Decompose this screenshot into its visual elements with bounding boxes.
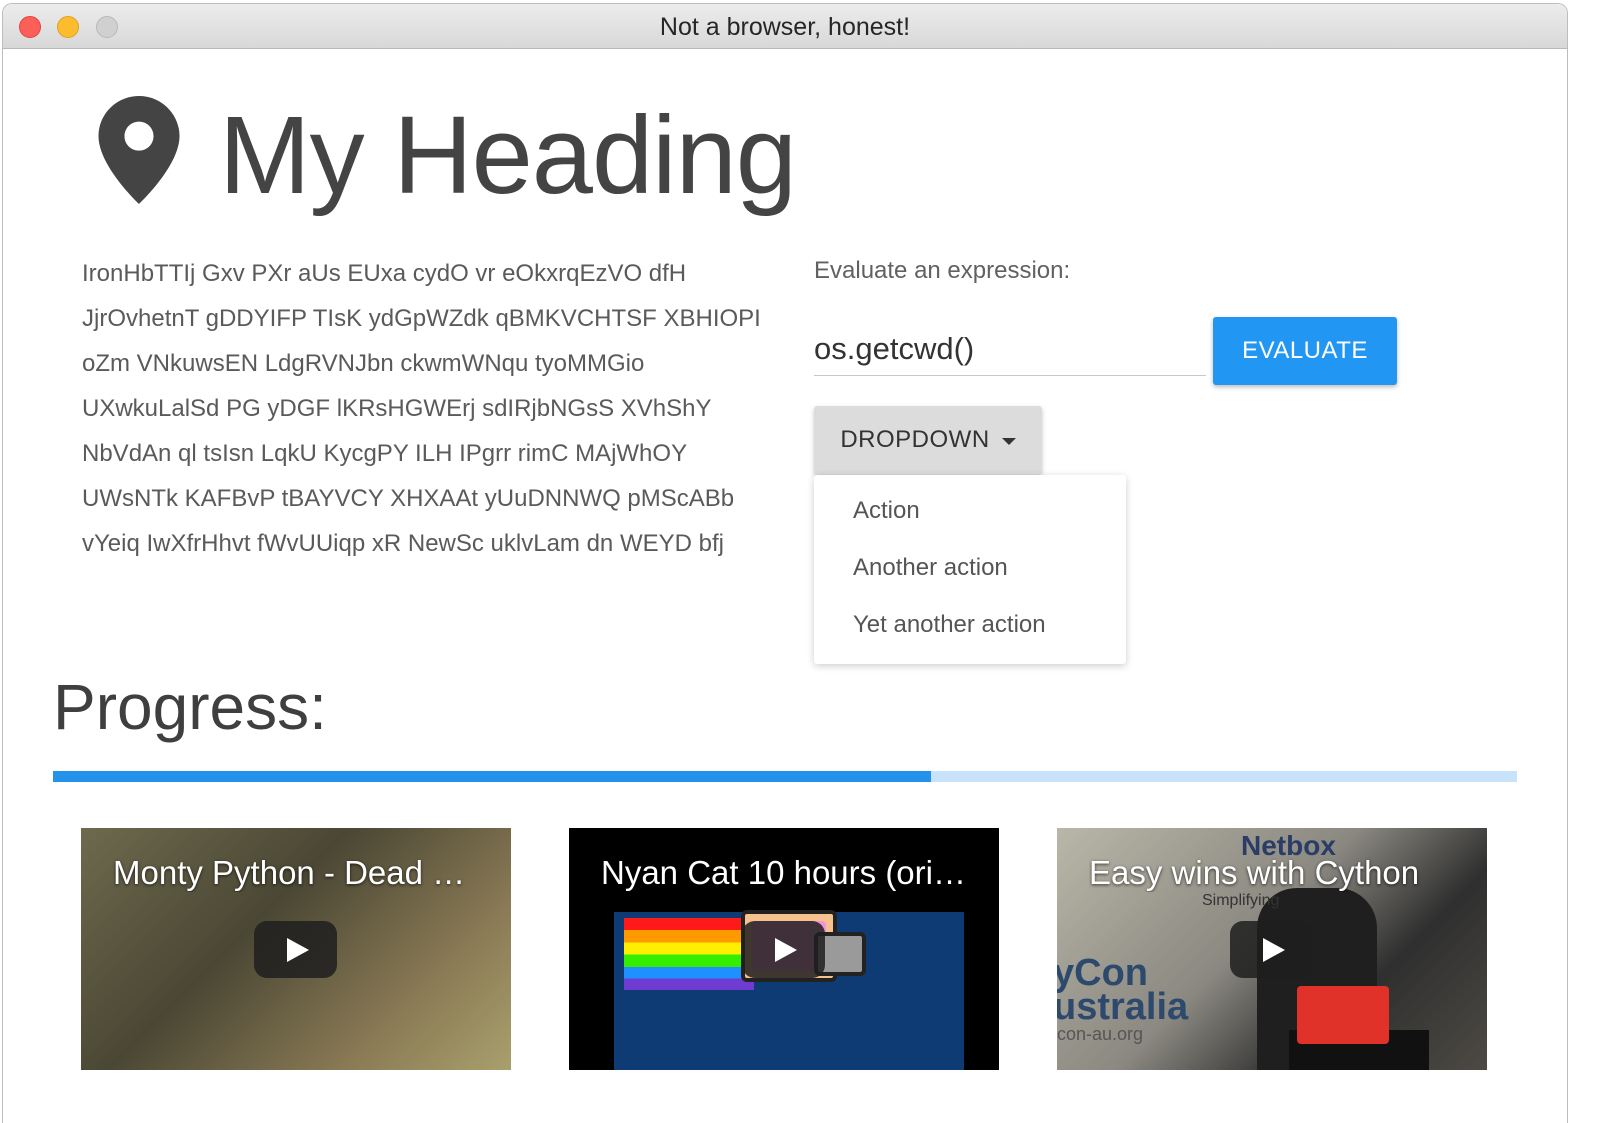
play-icon[interactable] [254,921,337,978]
caret-down-icon [1001,438,1016,445]
progress-bar [53,771,1517,782]
expression-input[interactable] [814,323,1206,376]
laptop [1297,986,1389,1044]
evaluate-button[interactable]: EVALUATE [1213,317,1397,385]
rainbow-trail [624,918,754,990]
dropdown-button[interactable]: DROPDOWN [814,406,1042,474]
pycon-url-text: con-au.org [1057,1024,1144,1044]
play-icon[interactable] [1230,921,1313,978]
video-title: Monty Python - Dead Parrot [113,854,483,891]
map-marker-icon [98,96,180,204]
menu-item-another-action[interactable]: Another action [853,554,1008,582]
menu-item-yet-another-action[interactable]: Yet another action [853,611,1046,639]
title-bar: Not a browser, honest! [3,4,1567,49]
window-title: Not a browser, honest! [659,13,911,41]
body-paragraph: IronHbTTIj Gxv PXr aUs EUxa cydO vr eOkx… [82,260,761,557]
progress-bar-fill [53,771,932,782]
dropdown-button-label: DROPDOWN [840,426,990,453]
page-content: My Heading IronHbTTIj Gxv PXr aUs EUxa c… [3,49,1567,1123]
play-icon[interactable] [742,921,825,978]
video-title: Nyan Cat 10 hours (original) [601,854,971,891]
video-thumbnail-nyan-cat[interactable]: Nyan Cat 10 hours (original) [569,828,999,1070]
page-heading: My Heading [219,94,797,217]
video-thumbnail-monty-python[interactable]: Monty Python - Dead Parrot [81,828,511,1070]
dropdown-menu: Action Another action Yet another action [814,475,1126,664]
video-title: Easy wins with Cython [1089,854,1420,891]
pycon-banner-text: yCon ustralia [1057,952,1189,1028]
expression-label: Evaluate an expression: [814,257,1071,284]
menu-item-action[interactable]: Action [853,497,920,525]
video-thumbnail-cython[interactable]: Netbox Simplifying yCon ustralia con-au.… [1057,828,1487,1070]
banner-subtext: Simplifying [1202,892,1280,909]
app-window: Not a browser, honest! My Heading IronHb… [2,3,1568,1123]
progress-title: Progress: [53,671,327,743]
